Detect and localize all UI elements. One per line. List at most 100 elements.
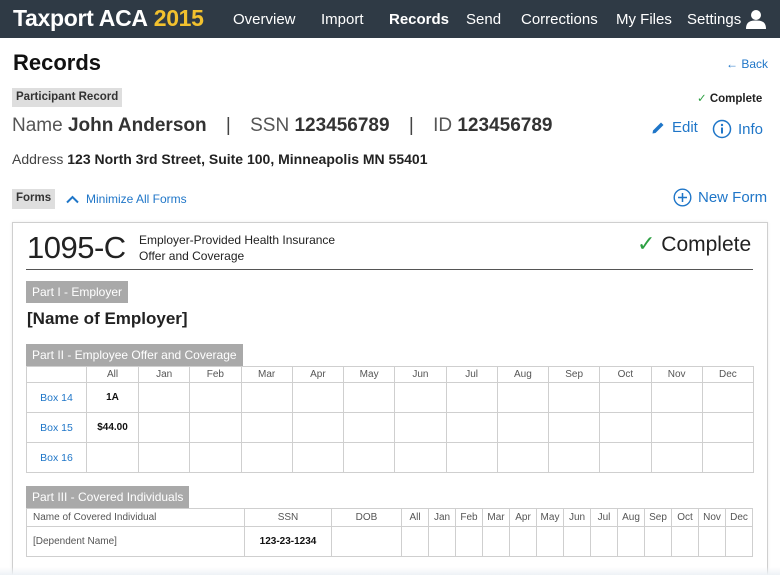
table-cell[interactable] [137,382,191,413]
forms-tag: Forms [12,189,56,209]
table-cell[interactable] [701,412,755,443]
dependent-ssn-cell[interactable]: 123-23-1234 [244,526,332,557]
table-cell[interactable] [240,382,293,413]
table-cell[interactable] [445,382,498,413]
table-cell[interactable] [671,526,699,557]
table-cell[interactable] [547,412,601,443]
column-header: Nov [698,508,726,527]
column-header: Jan [137,366,191,383]
table-cell[interactable] [599,382,652,413]
table-cell[interactable] [650,382,703,413]
table-cell[interactable] [496,382,550,413]
dependent-dob-cell[interactable] [331,526,402,557]
table-cell[interactable] [240,412,293,443]
nav-item-send[interactable]: Send [466,11,501,28]
box-16-link[interactable]: Box 16 [26,442,87,473]
box-14-link[interactable]: Box 14 [26,382,87,413]
table-cell[interactable] [547,442,601,473]
box-16-all-cell[interactable] [86,442,139,473]
info-label: Info [738,120,764,138]
chevron-up-icon [66,195,79,203]
table-cell[interactable] [291,382,345,413]
user-icon[interactable] [745,8,767,30]
table-row-box-15: Box 15 $44.00 [26,412,755,443]
table-cell[interactable] [342,412,396,443]
table-cell[interactable] [394,382,447,413]
table-cell[interactable] [650,412,703,443]
new-form-label: New Form [698,189,768,206]
column-header: Apr [509,508,537,527]
box-14-all-cell[interactable]: 1A [86,382,139,413]
info-button[interactable]: Info [712,119,763,139]
nav-item-settings[interactable]: Settings [687,11,741,28]
brand-year: 2015 [153,5,204,31]
table-cell[interactable] [701,442,755,473]
app-brand[interactable]: Taxport ACA 2015 [13,5,204,32]
participant-summary: Name John Anderson | SSN 123456789 | ID … [12,115,552,137]
table-cell[interactable] [496,412,550,443]
box-15-all-cell[interactable]: $44.00 [86,412,139,443]
participant-ssn: 123456789 [294,115,390,136]
employer-name[interactable]: [Name of Employer] [27,309,188,329]
table-cell[interactable] [342,442,396,473]
nav-item-my-files[interactable]: My Files [616,11,672,28]
table-cell[interactable] [509,526,537,557]
table-cell[interactable] [536,526,564,557]
table-cell[interactable] [701,382,755,413]
column-header: Jun [563,508,591,527]
table-cell[interactable] [599,442,652,473]
table-cell[interactable] [590,526,618,557]
nav-item-records[interactable]: Records [389,11,449,28]
column-header: Feb [189,366,242,383]
table-cell[interactable] [725,526,753,557]
table-cell[interactable] [563,526,591,557]
column-header: Oct [599,366,652,383]
table-cell[interactable] [394,412,447,443]
table-cell[interactable] [189,412,242,443]
table-cell[interactable] [428,526,456,557]
address-label: Address [12,151,64,167]
table-cell[interactable] [189,382,242,413]
column-header: All [401,508,429,527]
table-cell[interactable] [644,526,672,557]
table-cell[interactable] [445,412,498,443]
table-cell[interactable] [599,412,652,443]
table-cell[interactable] [482,526,510,557]
table-cell[interactable] [650,442,703,473]
minimize-all-forms-button[interactable]: Minimize All Forms [66,192,187,206]
separator: | [225,115,231,136]
edit-label: Edit [672,119,698,136]
column-header: Mar [482,508,510,527]
ssn-label: SSN [250,115,290,136]
box-15-link[interactable]: Box 15 [26,412,87,443]
form-code: 1095-C [27,230,126,265]
table-cell[interactable] [547,382,601,413]
table-cell[interactable] [189,442,242,473]
table-cell[interactable] [698,526,726,557]
column-header: Jun [394,366,447,383]
table-cell[interactable] [455,526,483,557]
table-cell[interactable] [496,442,550,473]
table-cell[interactable] [291,412,345,443]
table-cell[interactable] [240,442,293,473]
table-cell[interactable] [445,442,498,473]
nav-item-corrections[interactable]: Corrections [521,11,598,28]
table-cell[interactable] [137,412,191,443]
dependent-name-cell[interactable]: [Dependent Name] [26,526,245,557]
nav-item-import[interactable]: Import [321,11,364,28]
table-cell[interactable] [291,442,345,473]
column-header: Dec [701,366,755,383]
table-cell[interactable] [137,442,191,473]
part2-title: Part II - Employee Offer and Coverage [26,344,243,366]
nav-item-overview[interactable]: Overview [233,11,296,28]
table-cell[interactable] [617,526,645,557]
table-cell[interactable] [401,526,429,557]
participant-address: Address 123 North 3rd Street, Suite 100,… [12,151,427,167]
back-link[interactable]: ← Back [726,57,768,71]
table-cell[interactable] [342,382,396,413]
new-form-button[interactable]: New Form [673,188,767,207]
edit-button[interactable]: Edit [651,119,698,136]
column-header: All [86,366,139,383]
table-cell[interactable] [394,442,447,473]
back-label: Back [741,57,769,71]
